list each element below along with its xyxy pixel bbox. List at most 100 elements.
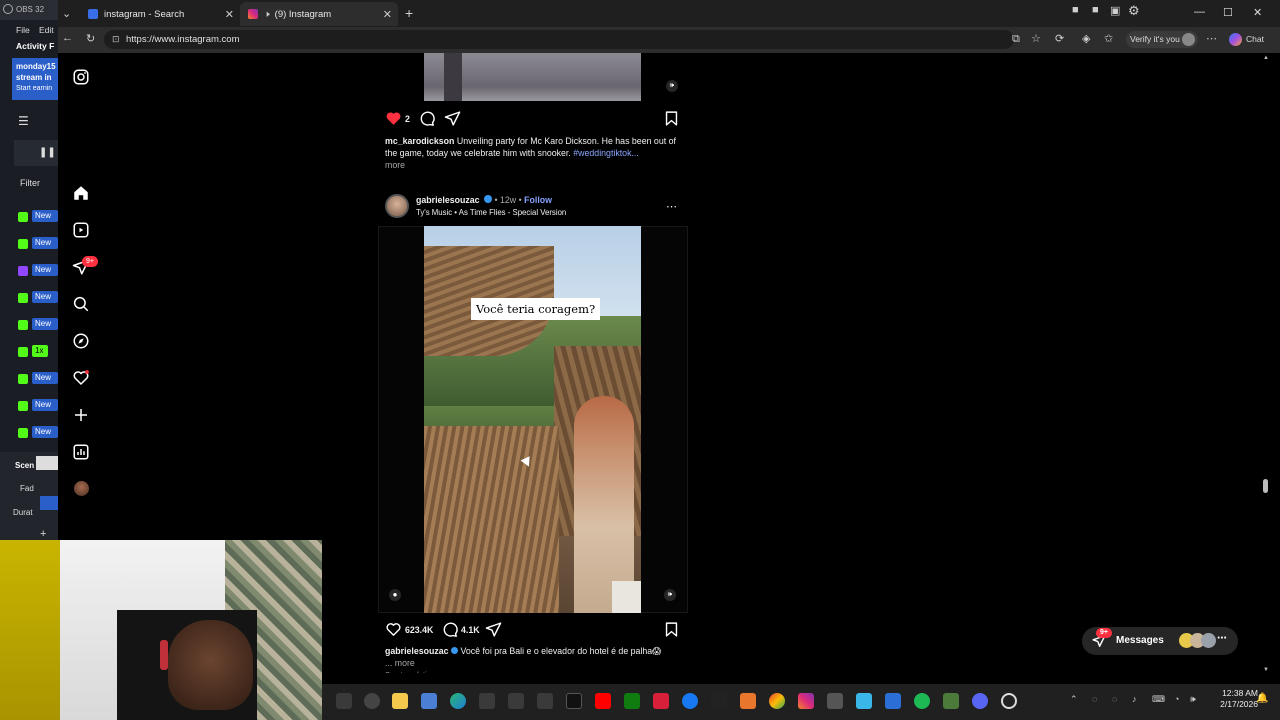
post-media[interactable] (424, 53, 641, 101)
url-field[interactable]: ⊡ https://www.instagram.com (104, 30, 1014, 49)
explore-compass-icon[interactable] (72, 332, 90, 350)
activity-row-badge[interactable]: New (32, 399, 58, 411)
search-icon[interactable] (72, 295, 90, 313)
post-author-avatar[interactable] (385, 194, 409, 218)
caption-username[interactable]: mc_karodickson (385, 136, 454, 146)
home-icon[interactable] (72, 184, 90, 202)
obs-menu-file[interactable]: File (16, 25, 30, 35)
tab-instagram[interactable]: 🕨 (9) Instagram ✕ (240, 2, 398, 26)
instagram-icon[interactable] (798, 693, 814, 709)
store-icon[interactable] (421, 693, 437, 709)
page-scrollbar[interactable]: ▲ ▼ (1262, 53, 1270, 680)
tagged-user-icon[interactable]: ● (389, 589, 401, 601)
spotify-icon[interactable] (914, 693, 930, 709)
follow-button[interactable]: Follow (524, 195, 552, 205)
activity-row-badge[interactable]: New (32, 291, 58, 303)
caption-hashtag[interactable]: #weddingtiktok... (573, 148, 639, 158)
save-bookmark-icon[interactable] (663, 621, 680, 638)
video-icon[interactable]: ■ (1092, 4, 1099, 16)
tab-list-icon[interactable]: ⌄ (62, 7, 71, 20)
tray-overflow-icon[interactable]: ⌃ (1070, 694, 1078, 705)
like-count[interactable]: 623.4K (405, 624, 433, 636)
messages-button[interactable]: 9+ Messages ⋯ (1082, 627, 1238, 655)
add-scene-icon[interactable]: + (40, 528, 46, 540)
volume-icon[interactable]: 🕪 (1190, 694, 1196, 705)
share-icon[interactable] (444, 110, 461, 127)
reels-icon[interactable] (72, 221, 90, 239)
edge-browser-icon[interactable] (450, 693, 466, 709)
scroll-down-arrow-icon[interactable]: ▼ (1263, 667, 1269, 673)
scroll-up-arrow-icon[interactable]: ▲ (1263, 55, 1269, 61)
activity-row-badge[interactable]: New (32, 372, 58, 384)
pause-control[interactable]: ❚❚ (14, 140, 58, 166)
app-icon[interactable] (885, 693, 901, 709)
app-icon[interactable] (943, 693, 959, 709)
tab-instagram-search[interactable]: instagram - Search ✕ (80, 2, 240, 26)
widgets-icon[interactable] (364, 693, 380, 709)
volume-icon[interactable]: 🕪 (664, 589, 676, 601)
tray-icon[interactable]: ◌ (1112, 694, 1117, 704)
scene-item-selected[interactable] (40, 496, 58, 510)
tiktok-icon[interactable] (566, 693, 582, 709)
activity-row-badge[interactable]: New (32, 264, 58, 276)
back-arrow-icon[interactable]: ← (62, 32, 73, 44)
activity-row-badge[interactable]: New (32, 318, 58, 330)
new-tab-button[interactable]: + (405, 5, 413, 21)
activity-row-badge[interactable]: 1x (32, 345, 48, 357)
obs-menu-edit[interactable]: Edit (39, 25, 54, 35)
refresh-icon[interactable]: ↻ (86, 32, 95, 45)
x-icon[interactable] (711, 693, 727, 709)
obs-icon[interactable] (1001, 693, 1017, 709)
browser-essentials-icon[interactable]: ◈ (1082, 32, 1090, 45)
more-link[interactable]: more (385, 159, 405, 171)
hamburger-menu-icon[interactable]: ☰ (18, 114, 29, 128)
youtube-icon[interactable] (595, 693, 611, 709)
task-view-icon[interactable] (336, 693, 352, 709)
camera-icon[interactable]: ■ (1072, 4, 1079, 16)
chrome-icon[interactable] (769, 693, 785, 709)
post-username[interactable]: gabrielesouzac (416, 195, 480, 205)
profile-button[interactable]: Verify it's you (1126, 31, 1198, 48)
close-tab-icon[interactable]: ✕ (225, 8, 234, 21)
notifications-heart-icon[interactable] (72, 369, 90, 387)
liked-heart-icon[interactable] (385, 110, 402, 127)
like-heart-icon[interactable] (385, 621, 402, 638)
app-icon[interactable] (740, 693, 756, 709)
post-options-icon[interactable]: ⋯ (666, 200, 677, 213)
facebook-icon[interactable] (682, 693, 698, 709)
extensions-icon[interactable]: ⟳ (1055, 32, 1064, 45)
app-icon[interactable] (827, 693, 843, 709)
app-icon[interactable] (508, 693, 524, 709)
instagram-logo-icon[interactable] (72, 68, 90, 86)
favorites-icon[interactable]: ✩ (1104, 32, 1113, 45)
minimize-button[interactable]: — (1194, 6, 1205, 18)
close-tab-icon[interactable]: ✕ (383, 8, 392, 21)
like-count[interactable]: 2 (405, 113, 410, 125)
notification-bell-icon[interactable]: 🔔 (1256, 693, 1268, 704)
site-info-icon[interactable]: ⊡ (112, 30, 120, 49)
discord-icon[interactable] (972, 693, 988, 709)
activity-row-badge[interactable]: New (32, 210, 58, 222)
share-icon[interactable] (485, 621, 502, 638)
app-icon[interactable] (856, 693, 872, 709)
system-clock[interactable]: 12:38 AM 2/17/2026 (1220, 688, 1258, 710)
copilot-chat-button[interactable]: Chat (1226, 31, 1268, 48)
speaker-icon[interactable]: 🕨 (264, 9, 270, 20)
scene-input[interactable] (36, 456, 58, 470)
create-plus-icon[interactable] (72, 406, 90, 424)
volume-icon[interactable]: 🕪 (666, 80, 678, 92)
more-link[interactable]: ... more (385, 657, 415, 669)
post-audio[interactable]: Ty's Music • As Time Flies - Special Ver… (416, 207, 566, 219)
open-in-app-icon[interactable]: ⧉ (1012, 33, 1020, 46)
app-icon[interactable] (653, 693, 669, 709)
app-icon[interactable] (479, 693, 495, 709)
profile-avatar[interactable] (74, 481, 89, 496)
scrollbar-thumb[interactable] (1263, 479, 1268, 493)
close-window-button[interactable]: ✕ (1253, 6, 1262, 19)
wifi-icon[interactable]: ◔ (1174, 694, 1179, 704)
microphone-icon[interactable]: ♪ (1132, 694, 1137, 704)
post-video[interactable]: Você teria coragem? (424, 226, 641, 613)
activity-row-badge[interactable]: New (32, 237, 58, 249)
filter-label[interactable]: Filter (20, 178, 40, 188)
xbox-icon[interactable] (624, 693, 640, 709)
